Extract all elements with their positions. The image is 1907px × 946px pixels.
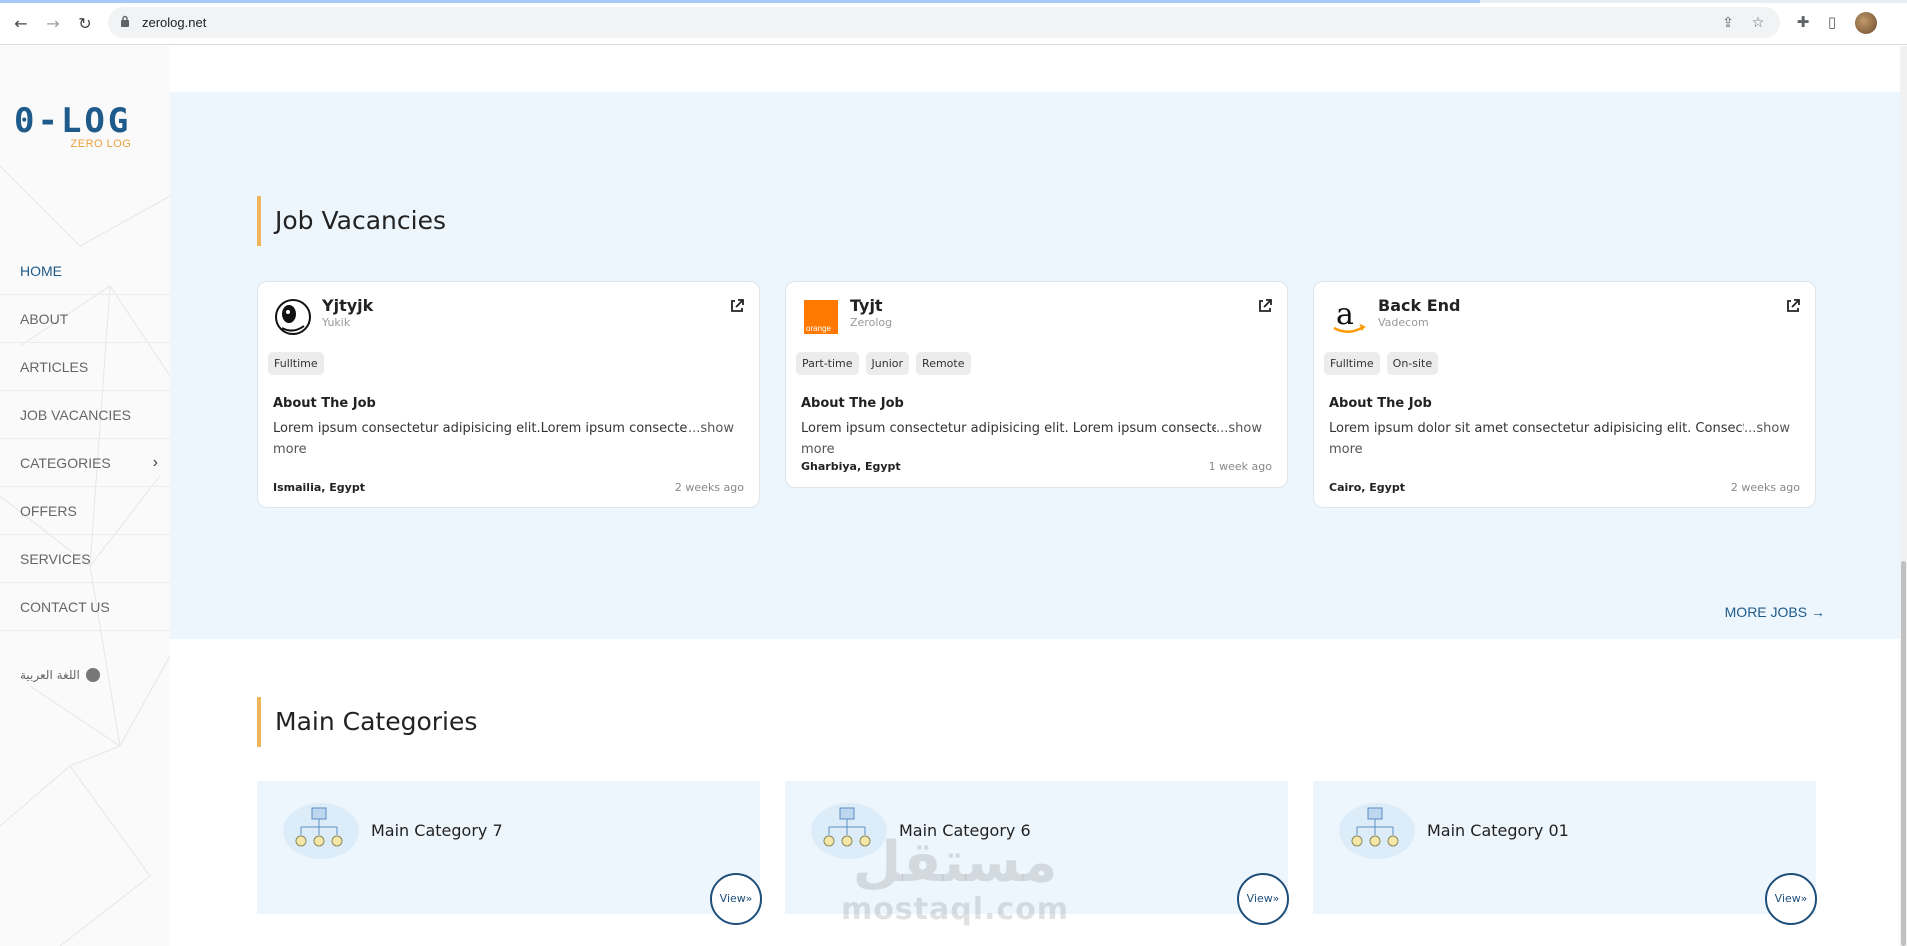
side-panel-icon[interactable]: ▯ [1823,13,1841,31]
arrow-right-icon: → [1811,604,1825,620]
job-location: Ismailia, Egypt [273,481,365,494]
chevron-right-icon: › [152,454,158,471]
forward-icon[interactable]: → [42,12,64,34]
job-title: Yjtyjk [322,296,374,315]
svg-text:a: a [1336,297,1354,332]
about-job-label: About The Job [801,396,904,411]
svg-text:orange: orange [806,324,831,333]
category-hierarchy-icon [1339,803,1415,859]
language-switch[interactable]: اللغة العربية [20,668,100,682]
job-description: Lorem ipsum dolor sit amet consectetur a… [1329,421,1790,457]
page-scrollbar[interactable] [1900,46,1907,946]
language-label: اللغة العربية [20,668,80,682]
company-name: Yukik [322,316,351,329]
logo-subtitle: ZERO LOG [70,138,132,150]
url-text: zerolog.net [142,15,207,30]
main-content: Job Vacancies Yjtyjk Yukik Fulltime Abou… [170,46,1907,946]
back-icon[interactable]: ← [10,12,32,34]
watermark-arabic: مستقل [852,830,1058,895]
external-link-icon[interactable] [729,298,745,314]
job-description: Lorem ipsum consectetur adipisicing elit… [273,421,734,457]
job-card[interactable]: Yjtyjk Yukik Fulltime About The Job Lore… [257,281,760,508]
company-name: Zerolog [850,316,893,329]
nav-categories-label: CATEGORIES [20,455,111,471]
scrollbar-thumb[interactable] [1901,561,1906,946]
nav-about[interactable]: ABOUT [0,295,170,343]
company-logo-orange-icon: orange [804,300,838,334]
view-category-button[interactable]: View» [710,873,762,925]
view-category-button[interactable]: View» [1237,873,1289,925]
nav-services[interactable]: SERVICES [0,535,170,583]
site-logo[interactable]: 0-LOG ZERO LOG [14,101,132,150]
job-posted-time: 2 weeks ago [674,481,744,494]
logo-mark: 0-LOG [14,101,132,141]
job-tags: Fulltime [268,352,324,375]
lock-icon [121,15,129,27]
view-category-button[interactable]: View» [1765,873,1817,925]
more-jobs-link[interactable]: MORE JOBS → [1725,604,1825,620]
company-name: Vadecom [1378,316,1429,329]
watermark: مستقل mostaql.com [835,833,1075,927]
nav-home[interactable]: HOME [0,247,170,295]
nav-job-vacancies[interactable]: JOB VACANCIES [0,391,170,439]
job-title: Back End [1378,296,1461,315]
nav-offers[interactable]: OFFERS [0,487,170,535]
category-name: Main Category 01 [1427,821,1569,840]
job-vacancies-heading: Job Vacancies [257,196,446,246]
company-logo-amazon-icon: a [1333,297,1366,333]
company-logo-mailchimp-icon [275,299,311,335]
external-link-icon[interactable] [1785,298,1801,314]
job-tag: Junior [865,352,910,375]
job-location: Gharbiya, Egypt [801,460,901,473]
category-hierarchy-icon [283,803,359,859]
job-description: Lorem ipsum consectetur adipisicing elit… [801,421,1262,457]
sidebar: 0-LOG ZERO LOG HOME ABOUT ARTICLES JOB V… [0,46,170,946]
browser-toolbar: ← → ↻ zerolog.net ⇪ ☆ ✚ ▯ [0,0,1907,45]
reload-icon[interactable]: ↻ [74,12,96,34]
job-posted-time: 2 weeks ago [1730,481,1800,494]
job-card[interactable]: orange Tyjt Zerolog Part-time Junior Rem… [785,281,1288,488]
job-title: Tyjt [850,296,883,315]
main-categories-heading: Main Categories [257,697,477,747]
category-card[interactable]: Main Category 7 [257,781,760,914]
loading-bar [0,0,1907,3]
nav-articles[interactable]: ARTICLES [0,343,170,391]
globe-icon [85,668,100,682]
job-vacancies-section: Job Vacancies Yjtyjk Yukik Fulltime Abou… [170,92,1907,639]
job-posted-time: 1 week ago [1208,460,1272,473]
job-tag: Remote [916,352,971,375]
job-tag: Fulltime [1324,352,1380,375]
main-nav: HOME ABOUT ARTICLES JOB VACANCIES CATEGO… [0,247,170,631]
job-card[interactable]: a Back End Vadecom Fulltime On-site Abou… [1313,281,1816,508]
job-tag: Fulltime [268,352,324,375]
job-tag: Part-time [796,352,859,375]
watermark-latin: mostaql.com [840,892,1070,927]
job-tags: Part-time Junior Remote [796,352,971,375]
category-card[interactable]: Main Category 01 [1313,781,1816,914]
extensions-icon[interactable]: ✚ [1794,13,1812,31]
about-job-label: About The Job [1329,396,1432,411]
address-bar[interactable]: zerolog.net ⇪ ☆ [108,7,1780,38]
category-name: Main Category 7 [371,821,503,840]
nav-categories[interactable]: CATEGORIES › [0,439,170,487]
bookmark-star-icon[interactable]: ☆ [1750,15,1766,31]
share-icon[interactable]: ⇪ [1720,15,1736,31]
nav-contact-us[interactable]: CONTACT US [0,583,170,631]
about-job-label: About The Job [273,396,376,411]
profile-avatar[interactable] [1855,12,1877,34]
external-link-icon[interactable] [1257,298,1273,314]
more-jobs-label: MORE JOBS [1724,604,1808,620]
job-tag: On-site [1386,352,1439,375]
job-location: Cairo, Egypt [1329,481,1405,494]
job-tags: Fulltime On-site [1324,352,1439,375]
